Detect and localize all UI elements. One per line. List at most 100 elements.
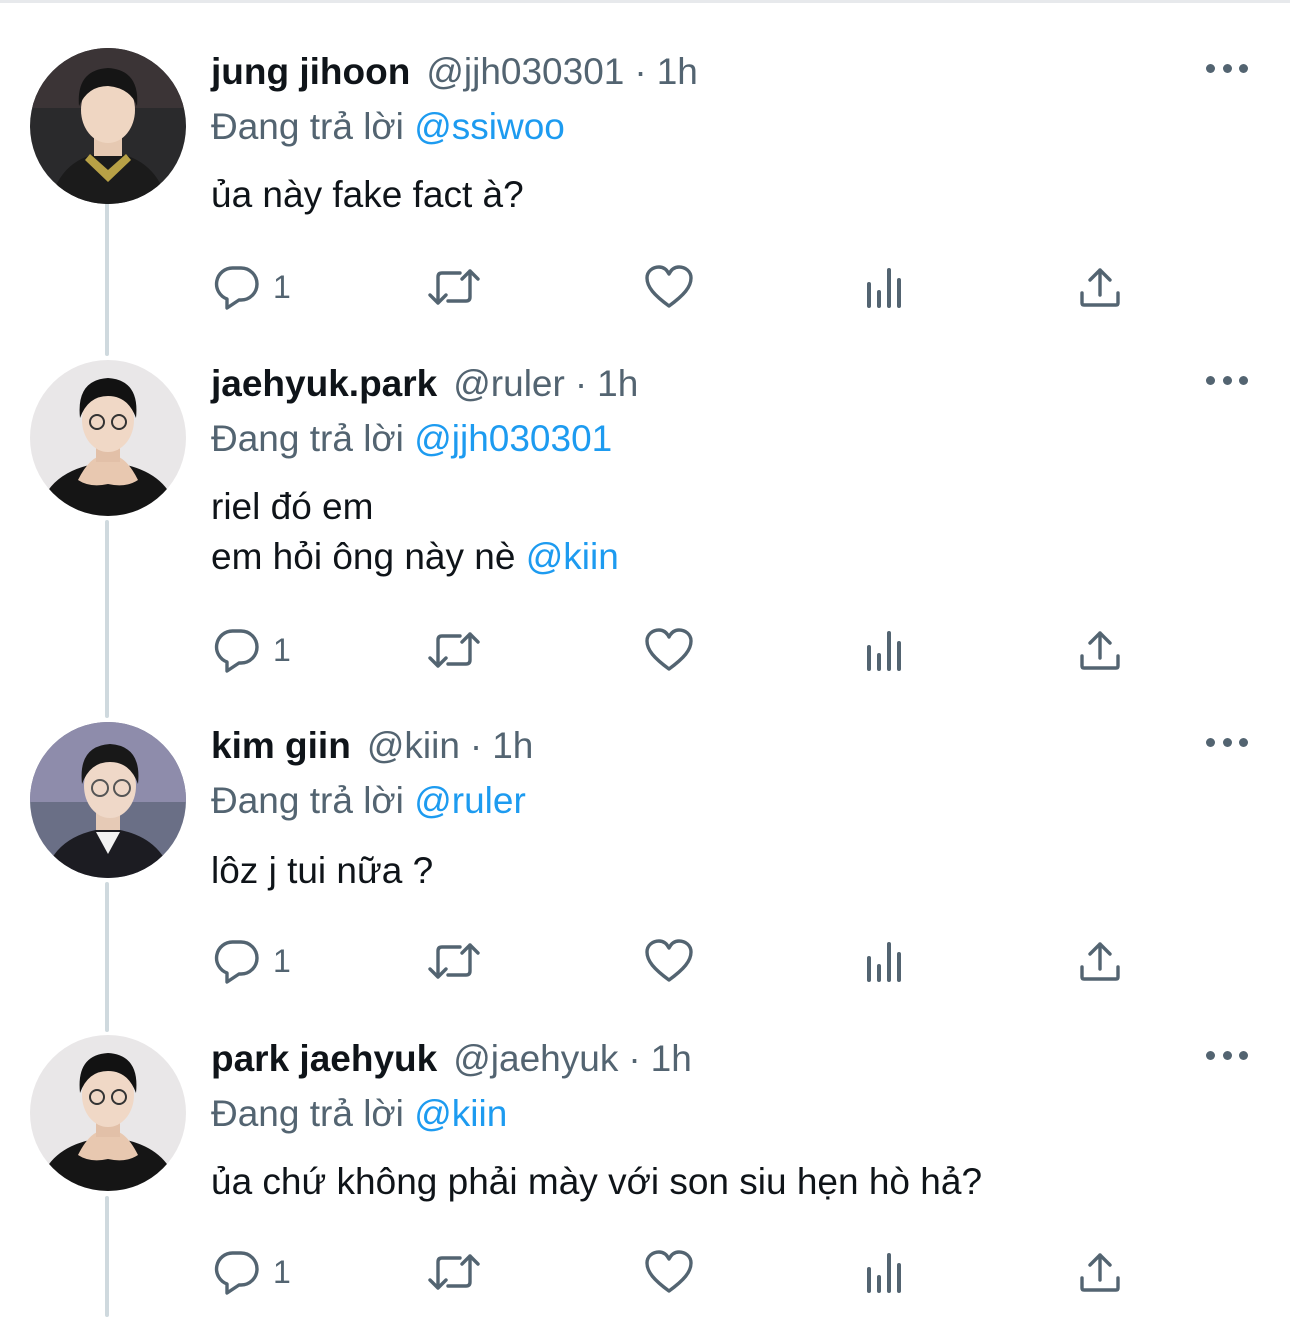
reply-count: 1: [273, 631, 291, 668]
tweet-text: lôz j tui nữa ?: [211, 846, 433, 896]
reply-icon: [214, 266, 259, 310]
top-divider: [0, 0, 1290, 6]
separator: ·: [469, 725, 483, 766]
tweet[interactable]: kim giin @kiin · 1h Đang trả lời @ruler …: [0, 722, 1290, 1034]
timestamp[interactable]: 1h: [657, 51, 698, 93]
analytics-button[interactable]: [864, 625, 906, 675]
reply-button[interactable]: 1: [213, 625, 291, 675]
retweet-button[interactable]: [426, 1247, 482, 1297]
replying-to: Đang trả lời @kiin: [211, 1093, 507, 1135]
replying-to-label: Đang trả lời: [211, 1093, 404, 1134]
more-options-icon[interactable]: [1206, 56, 1248, 80]
replying-to-mention[interactable]: @jjh030301: [414, 418, 612, 459]
share-icon: [1080, 268, 1120, 307]
tweet-header: kim giin @kiin · 1h: [211, 722, 533, 770]
analytics-icon: [867, 268, 901, 308]
replying-to: Đang trả lời @jjh030301: [211, 418, 612, 460]
username[interactable]: @kiin: [367, 725, 460, 767]
share-icon: [1080, 631, 1120, 670]
like-button[interactable]: [644, 1247, 694, 1297]
avatar[interactable]: [30, 1035, 186, 1191]
like-button[interactable]: [644, 625, 694, 675]
like-icon: [645, 265, 693, 308]
retweet-button[interactable]: [426, 262, 482, 312]
replying-to: Đang trả lời @ruler: [211, 780, 526, 822]
more-options-icon[interactable]: [1206, 1043, 1248, 1067]
analytics-button[interactable]: [864, 262, 906, 312]
replying-to-mention[interactable]: @ruler: [414, 780, 526, 821]
share-icon: [1080, 942, 1120, 981]
display-name[interactable]: park jaehyuk: [211, 1038, 437, 1080]
tweet[interactable]: park jaehyuk @jaehyuk · 1h Đang trả lời …: [0, 1035, 1290, 1317]
tweet-actions: 1: [0, 936, 1290, 986]
separator: ·: [628, 1038, 641, 1079]
tweet-text-line: riel đó em: [211, 486, 374, 527]
share-button[interactable]: [1078, 1247, 1122, 1297]
retweet-icon: [428, 269, 480, 305]
retweet-icon: [428, 632, 480, 668]
more-options-icon[interactable]: [1206, 730, 1248, 754]
tweet-text: ủa này fake fact à?: [211, 170, 524, 220]
timestamp[interactable]: 1h: [651, 1038, 692, 1080]
reply-button[interactable]: 1: [213, 1247, 291, 1297]
retweet-button[interactable]: [426, 625, 482, 675]
tweet[interactable]: jung jihoon @jjh030301 · 1h Đang trả lời…: [0, 48, 1290, 360]
reply-count: 1: [273, 1253, 291, 1290]
share-icon: [1080, 1253, 1120, 1292]
tweet-actions: 1: [0, 625, 1290, 675]
reply-icon: [214, 629, 259, 673]
reply-count: 1: [273, 942, 291, 979]
display-name[interactable]: jaehyuk.park: [211, 363, 437, 405]
tweet-actions: 1: [0, 262, 1290, 312]
tweet-text-line: lôz j tui nữa ?: [211, 850, 434, 891]
username[interactable]: @jaehyuk: [453, 1038, 618, 1080]
reply-button[interactable]: 1: [213, 936, 291, 986]
tweet-actions: 1: [0, 1247, 1290, 1297]
tweet-text-line: ủa chứ không phải mày với son siu hẹn hò…: [211, 1161, 983, 1202]
timestamp[interactable]: 1h: [597, 363, 638, 405]
analytics-button[interactable]: [864, 936, 906, 986]
reply-icon: [214, 1251, 259, 1295]
like-button[interactable]: [644, 936, 694, 986]
reply-icon: [214, 940, 259, 984]
username[interactable]: @ruler: [453, 363, 565, 405]
reply-button[interactable]: 1: [213, 262, 291, 312]
tweet-text: ủa chứ không phải mày với son siu hẹn hò…: [211, 1157, 982, 1207]
analytics-icon: [867, 942, 901, 982]
share-button[interactable]: [1078, 936, 1122, 986]
mention-link[interactable]: @kiin: [526, 536, 619, 577]
replying-to-mention[interactable]: @kiin: [414, 1093, 507, 1134]
reply-count: 1: [273, 268, 291, 305]
timestamp[interactable]: 1h: [492, 725, 533, 767]
display-name[interactable]: jung jihoon: [211, 51, 410, 93]
avatar[interactable]: [30, 48, 186, 204]
retweet-button[interactable]: [426, 936, 482, 986]
tweet[interactable]: jaehyuk.park @ruler · 1h Đang trả lời @j…: [0, 360, 1290, 705]
avatar[interactable]: [30, 360, 186, 516]
like-icon: [645, 628, 693, 671]
tweet-text-line: ủa này fake fact à?: [211, 174, 524, 215]
replying-to-label: Đang trả lời: [211, 780, 404, 821]
separator: ·: [634, 51, 647, 92]
username[interactable]: @jjh030301: [426, 51, 624, 93]
tweet-text-line: em hỏi ông này nè @kiin: [211, 536, 619, 577]
like-icon: [645, 939, 693, 982]
like-button[interactable]: [644, 262, 694, 312]
share-button[interactable]: [1078, 262, 1122, 312]
analytics-button[interactable]: [864, 1247, 906, 1297]
tweet-header: jung jihoon @jjh030301 · 1h: [211, 48, 698, 96]
replying-to-mention[interactable]: @ssiwoo: [414, 106, 565, 147]
separator: ·: [574, 363, 588, 404]
avatar[interactable]: [30, 722, 186, 878]
more-options-icon[interactable]: [1206, 368, 1248, 392]
replying-to-label: Đang trả lời: [211, 418, 404, 459]
tweet-header: park jaehyuk @jaehyuk · 1h: [211, 1035, 692, 1083]
replying-to-label: Đang trả lời: [211, 106, 404, 147]
share-button[interactable]: [1078, 625, 1122, 675]
replying-to: Đang trả lời @ssiwoo: [211, 106, 565, 148]
display-name[interactable]: kim giin: [211, 725, 351, 767]
retweet-icon: [428, 1254, 480, 1290]
analytics-icon: [867, 1253, 901, 1293]
tweet-text: riel đó em em hỏi ông này nè @kiin: [211, 482, 619, 582]
like-icon: [645, 1250, 693, 1293]
